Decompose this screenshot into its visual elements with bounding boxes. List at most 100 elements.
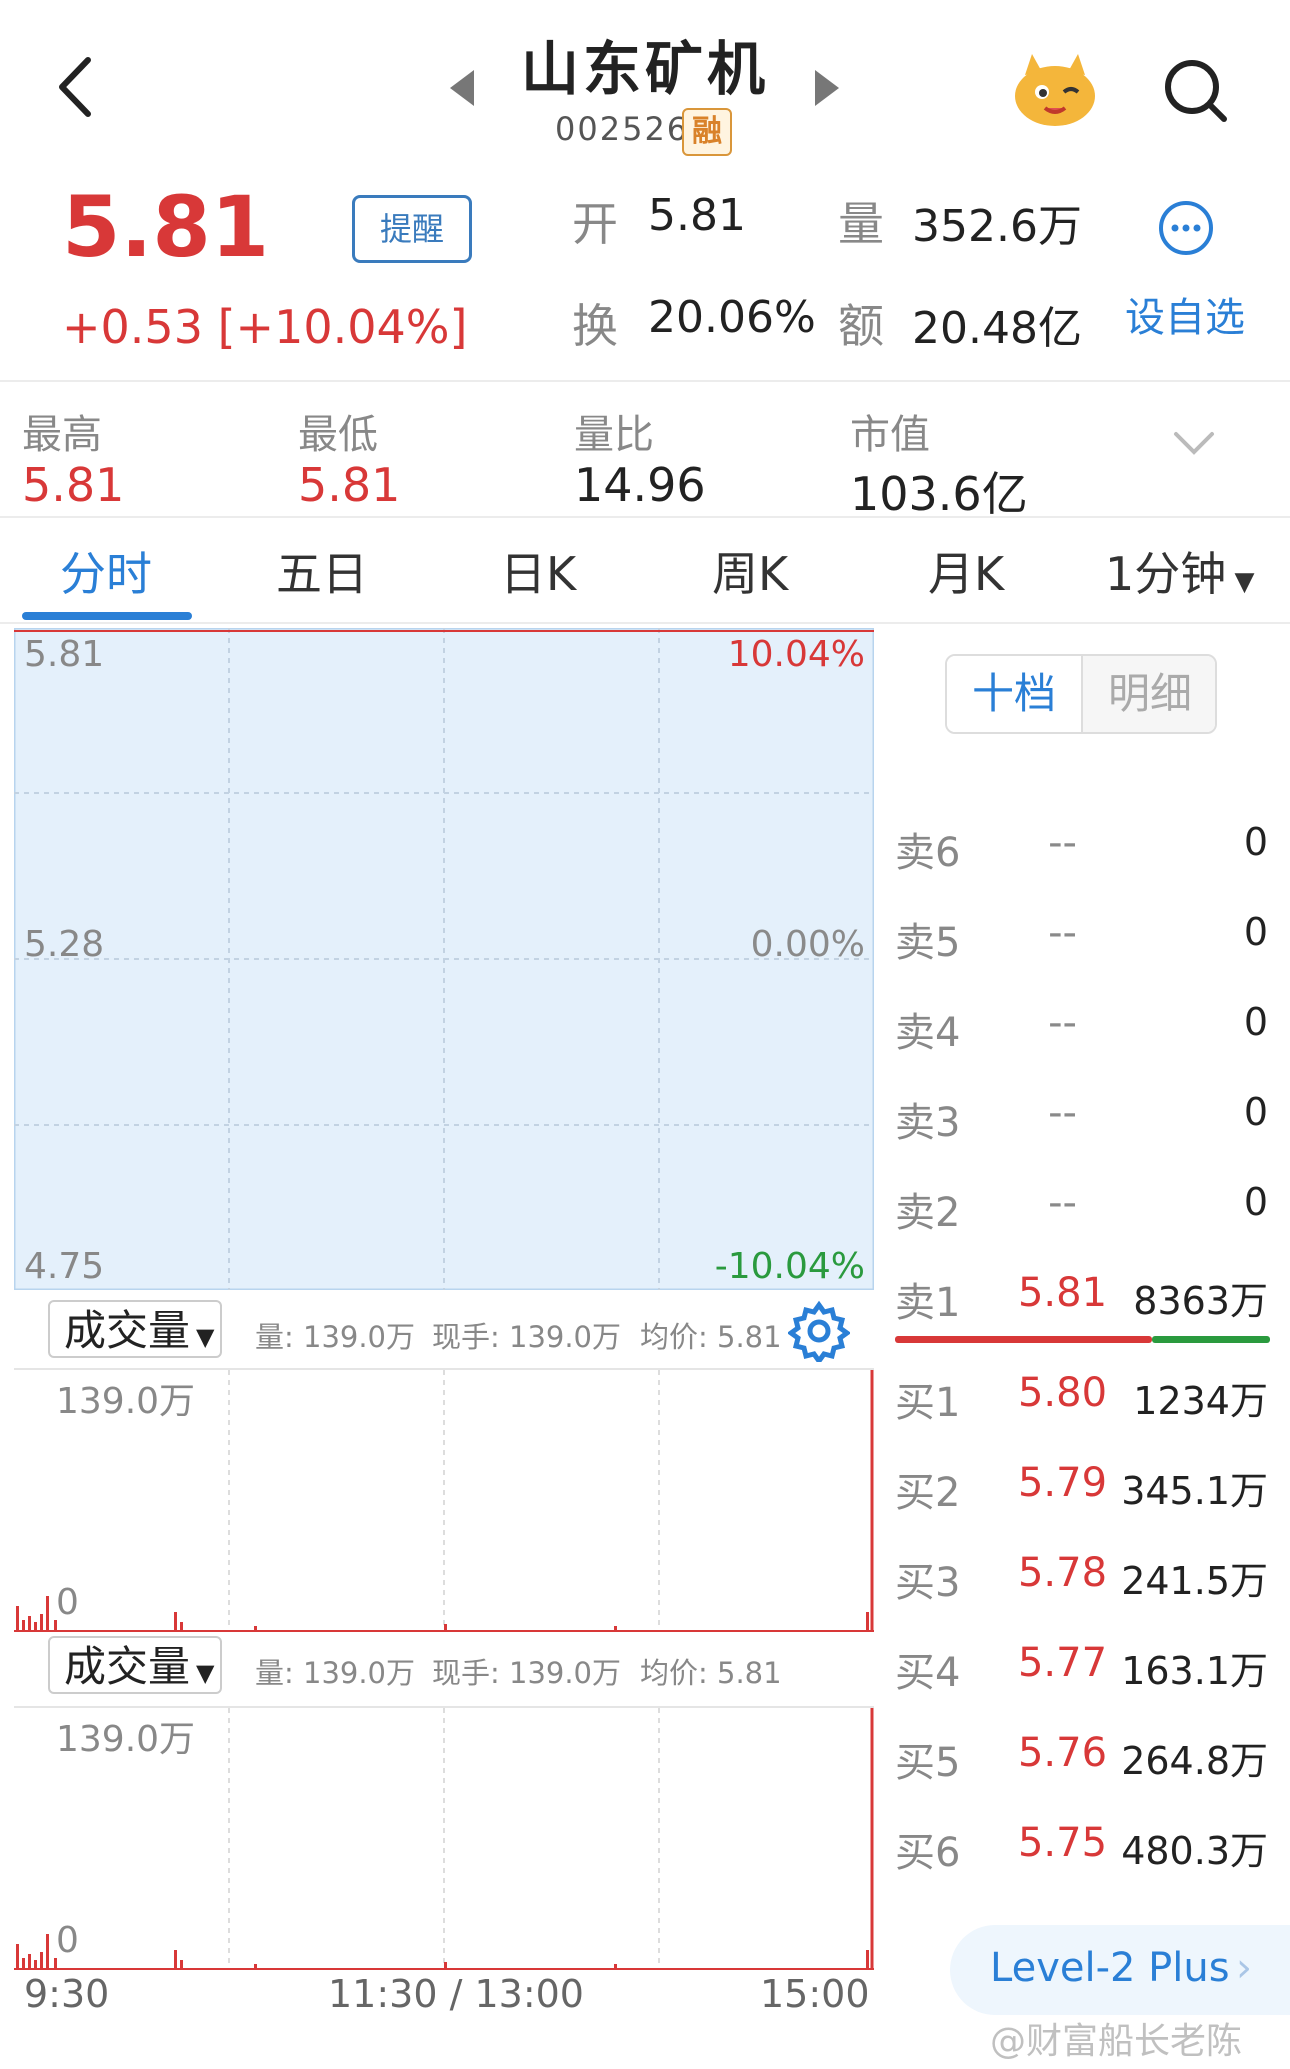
amount-label: 额 — [838, 299, 884, 353]
divider — [0, 622, 1290, 624]
buy-level-price: 5.80 — [1017, 1370, 1108, 1416]
pct-axis-mid: 0.00% — [750, 924, 865, 965]
volume-info: 量: 139.0万 — [255, 1656, 416, 1690]
buy-level-label: 买4 — [895, 1650, 961, 1696]
time-axis-start: 9:30 — [24, 1972, 110, 2016]
tab-details[interactable]: 明细 — [1081, 656, 1215, 732]
gear-icon[interactable] — [788, 1300, 850, 1362]
sell-level-price: -- — [1048, 1000, 1077, 1046]
sell-level-volume: 0 — [1243, 1180, 1268, 1224]
current-hand-info: 现手: 139.0万 — [432, 1320, 622, 1354]
buy-level-volume: 345.1万 — [1121, 1469, 1268, 1513]
buy-level-volume: 241.5万 — [1121, 1559, 1268, 1603]
stat-volratio-label: 量比 — [574, 412, 654, 458]
time-axis-end: 15:00 — [760, 1972, 870, 2016]
price-change: +0.53 [+10.04%] — [62, 300, 468, 354]
volume-info: 量: 139.0万 — [255, 1320, 416, 1354]
divider — [0, 380, 1290, 382]
current-hand-info: 现手: 139.0万 — [432, 1656, 622, 1690]
stock-code: 002526 — [555, 110, 690, 148]
buy-level-price: 5.77 — [1017, 1640, 1108, 1686]
buy-level-label: 买1 — [895, 1380, 961, 1426]
sell-level-volume: 0 — [1243, 1090, 1268, 1134]
alert-button[interactable]: 提醒 — [352, 195, 472, 263]
volume-indicator-select[interactable]: 成交量 ▼ — [48, 1300, 222, 1358]
buy-level-label: 买2 — [895, 1470, 961, 1516]
buy-level-volume: 480.3万 — [1121, 1829, 1268, 1873]
time-axis-mid: 11:30 / 13:00 — [328, 1972, 584, 2016]
tab-weekly-k[interactable]: 周K — [712, 538, 788, 604]
volume-max-label: 139.0万 — [56, 1719, 196, 1760]
caret-down-icon: ▼ — [196, 1323, 215, 1351]
tab-five-day[interactable]: 五日 — [276, 538, 368, 604]
sell-level-price: -- — [1048, 1180, 1077, 1226]
tab-intraday[interactable]: 分时 — [60, 538, 152, 604]
avg-price-info: 均价: 5.81 — [640, 1320, 782, 1354]
margin-badge: 融 — [682, 108, 732, 156]
buy-level-volume: 163.1万 — [1121, 1649, 1268, 1693]
turnover-label: 换 — [572, 299, 618, 353]
orderbook-segment: 十档 明细 — [945, 654, 1217, 734]
add-watchlist-button[interactable]: 设自选 — [1125, 285, 1245, 343]
tab-daily-k[interactable]: 日K — [500, 538, 576, 604]
buy-ratio-bar — [1152, 1336, 1270, 1343]
sell-level-label: 卖2 — [895, 1190, 961, 1236]
sell-level-volume: 0 — [1243, 910, 1268, 954]
sell-level-label: 卖6 — [895, 830, 961, 876]
chart-grid — [14, 628, 874, 1290]
active-tab-indicator — [22, 612, 192, 620]
stat-high-label: 最高 — [22, 412, 102, 458]
stat-mcap-value: 103.6亿 — [850, 467, 1028, 521]
more-icon[interactable] — [1158, 200, 1214, 256]
sell-level-label: 卖5 — [895, 920, 961, 966]
buy-level-label: 买3 — [895, 1560, 961, 1606]
buy-level-price: 5.75 — [1017, 1820, 1108, 1866]
volume-indicator-select[interactable]: 成交量 ▼ — [48, 1636, 222, 1694]
volume-value: 352.6万 — [912, 201, 1082, 252]
buy-level-volume: 1234万 — [1133, 1379, 1268, 1423]
y-axis-bottom: 4.75 — [24, 1246, 105, 1287]
sell-level-label: 卖4 — [895, 1010, 961, 1056]
y-axis-top: 5.81 — [24, 634, 105, 675]
sell-level-price: -- — [1048, 1090, 1077, 1136]
divider — [0, 516, 1290, 518]
watermark: @财富船长老陈 — [990, 2021, 1243, 2062]
tab-ten-levels[interactable]: 十档 — [947, 656, 1081, 732]
amount-value: 20.48亿 — [912, 303, 1082, 354]
back-arrow-icon[interactable] — [52, 52, 102, 122]
buy-level-price: 5.76 — [1017, 1730, 1108, 1776]
search-icon[interactable] — [1160, 55, 1230, 125]
tab-monthly-k[interactable]: 月K — [928, 538, 1004, 604]
mascot-icon[interactable] — [1010, 50, 1100, 130]
stat-high-value: 5.81 — [22, 458, 125, 512]
sell-level-label: 卖3 — [895, 1100, 961, 1146]
volume-min-label: 0 — [56, 1582, 79, 1623]
volume-select-label: 成交量 — [64, 1306, 191, 1355]
tab-one-minute[interactable]: 1分钟 ▼ — [1105, 538, 1255, 604]
open-value: 5.81 — [648, 190, 746, 241]
stat-low-label: 最低 — [298, 412, 378, 458]
caret-down-icon: ▼ — [1226, 567, 1255, 597]
open-label: 开 — [572, 197, 618, 251]
chevron-down-icon[interactable] — [1172, 428, 1216, 458]
buy-level-volume: 264.8万 — [1121, 1739, 1268, 1783]
stat-low-value: 5.81 — [298, 458, 401, 512]
sell-level-volume: 8363万 — [1133, 1279, 1268, 1323]
sell-level-price: -- — [1048, 910, 1077, 956]
buy-level-price: 5.79 — [1017, 1460, 1108, 1506]
stat-volratio-value: 14.96 — [574, 458, 706, 512]
level2-plus-label: Level-2 Plus — [990, 1945, 1230, 1991]
stat-mcap-label: 市值 — [850, 412, 930, 458]
volume-label: 量 — [838, 197, 884, 251]
intraday-chart[interactable] — [14, 628, 874, 1290]
pct-axis-top: 10.04% — [727, 634, 865, 675]
turnover-value: 20.06% — [648, 292, 816, 343]
volume-min-label: 0 — [56, 1920, 79, 1961]
stock-name: 山东矿机 — [520, 35, 769, 103]
sell-level-volume: 0 — [1243, 820, 1268, 864]
current-price: 5.81 — [62, 178, 270, 276]
next-stock-icon[interactable] — [815, 70, 839, 106]
sell-level-label: 卖1 — [895, 1280, 961, 1326]
buy-level-label: 买5 — [895, 1740, 961, 1786]
buy-level-label: 买6 — [895, 1830, 961, 1876]
